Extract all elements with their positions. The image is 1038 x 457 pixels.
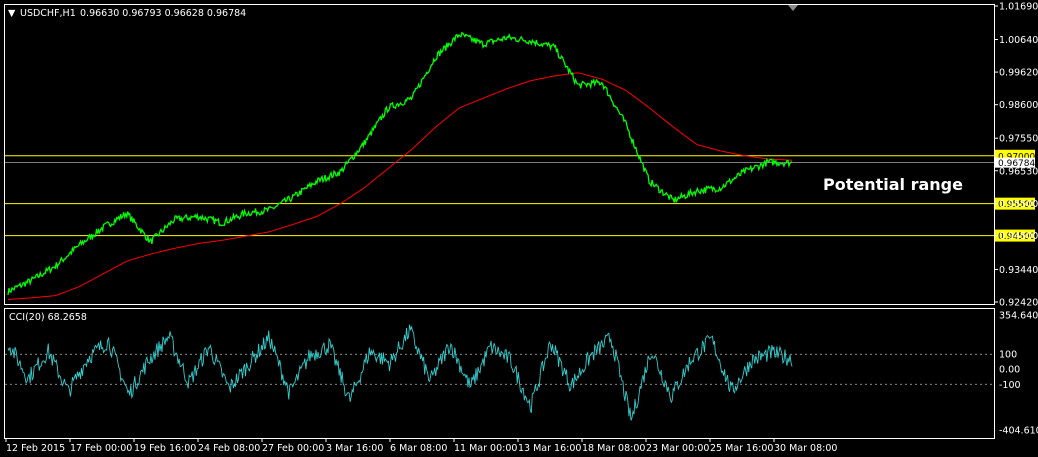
y-tick-label-7: 0.94500 xyxy=(999,231,1038,242)
x-tick-label-12: 30 Mar 08:00 xyxy=(774,443,837,454)
x-tick-label-8: 13 Mar 16:00 xyxy=(518,443,581,454)
cci-tick-label-3: -100 xyxy=(999,380,1021,391)
y-tick-label-2: 0.99620 xyxy=(999,68,1038,79)
y-tick-label-3: 0.98600 xyxy=(999,100,1038,111)
x-tick-label-5: 3 Mar 16:00 xyxy=(326,443,383,454)
x-tick-label-3: 24 Feb 08:00 xyxy=(198,443,260,454)
y-tick-label-0: 1.01690 xyxy=(999,2,1038,13)
x-tick-label-11: 25 Mar 16:00 xyxy=(710,443,773,454)
x-tick-label-9: 18 Mar 08:00 xyxy=(582,443,645,454)
x-tick-label-4: 27 Feb 00:00 xyxy=(262,443,324,454)
main-chart-frame xyxy=(4,4,995,305)
cci-tick-label-2: 0.00 xyxy=(999,365,1020,376)
y-tick-label-6: 0.95500 xyxy=(999,199,1038,210)
x-tick-label-2: 19 Feb 16:00 xyxy=(134,443,196,454)
potential-range-annotation: Potential range xyxy=(823,175,963,194)
ohlc-label: 0.96630 0.96793 0.96628 0.96784 xyxy=(80,8,246,19)
x-tick-label-10: 23 Mar 00:00 xyxy=(646,443,709,454)
symbol-label: USDCHF,H1 xyxy=(20,8,76,19)
cci-tick-label-1: 100 xyxy=(999,350,1017,361)
x-tick-label-0: 12 Feb 2015 xyxy=(6,443,65,454)
cci-label: CCI(20) 68.2658 xyxy=(9,312,87,323)
cci-tick-label-4: -404.6106 xyxy=(999,426,1038,437)
x-tick-label-6: 6 Mar 08:00 xyxy=(390,443,447,454)
y-tick-label-9: 0.92420 xyxy=(999,298,1038,309)
y-tick-label-1: 1.00640 xyxy=(999,35,1038,46)
y-tick-label-5: 0.96530 xyxy=(999,166,1038,177)
y-tick-label-4: 0.97550 xyxy=(999,134,1038,145)
x-tick-label-7: 11 Mar 00:00 xyxy=(454,443,517,454)
x-tick-label-1: 17 Feb 00:00 xyxy=(70,443,132,454)
collapse-arrow-icon[interactable]: ▼ xyxy=(8,8,16,19)
cci-tick-label-0: 354.6403 xyxy=(999,311,1038,322)
chart-canvas: ▼ USDCHF,H1 0.96630 0.96793 0.96628 0.96… xyxy=(4,2,1038,454)
y-tick-label-8: 0.93440 xyxy=(999,265,1038,276)
cci-frame xyxy=(4,308,995,439)
